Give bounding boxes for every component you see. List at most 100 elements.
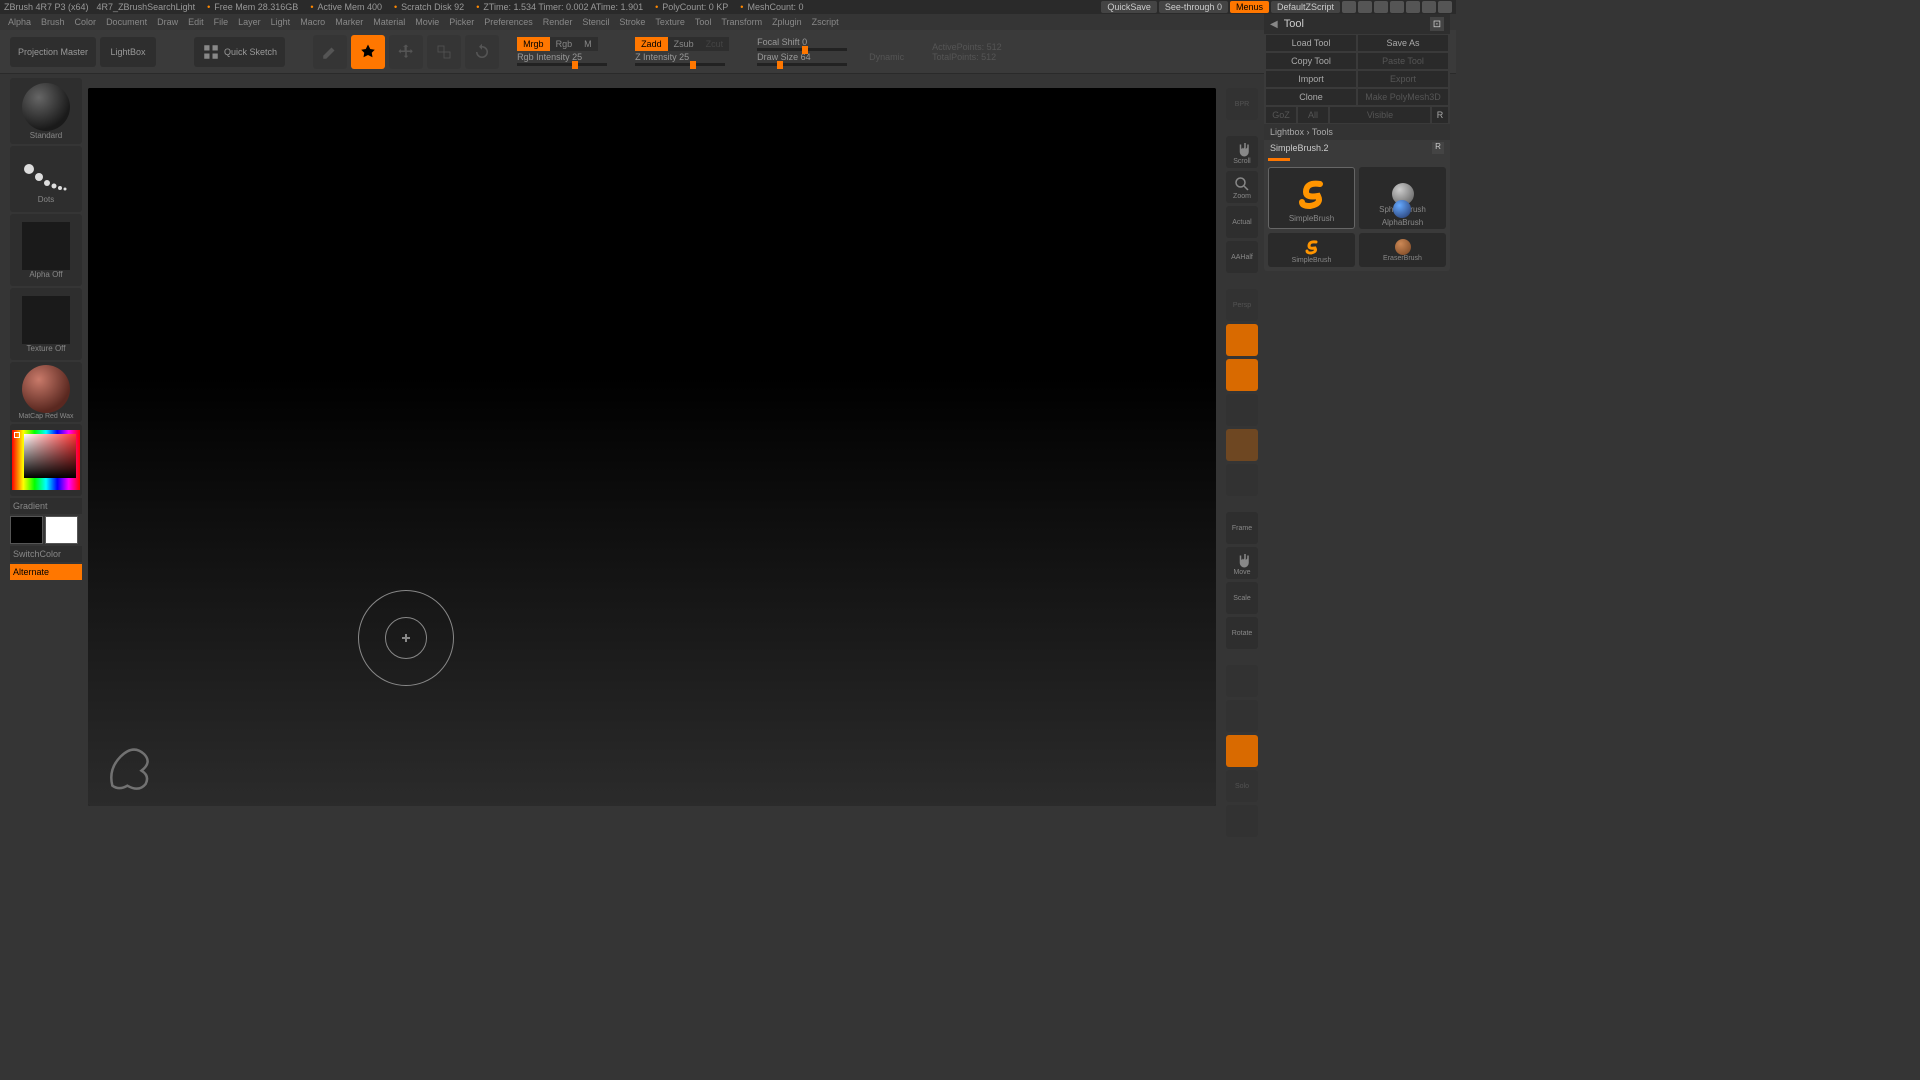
move-button[interactable] bbox=[389, 35, 423, 69]
quicksave-button[interactable]: QuickSave bbox=[1101, 1, 1157, 13]
persp-button[interactable]: Persp bbox=[1226, 289, 1258, 321]
local-button[interactable] bbox=[1226, 359, 1258, 391]
polyf2-button[interactable] bbox=[1226, 464, 1258, 496]
save-as-button[interactable]: Save As bbox=[1358, 35, 1448, 51]
window-icon-2[interactable] bbox=[1358, 1, 1372, 13]
m-mode[interactable]: M bbox=[578, 37, 598, 51]
edit-button[interactable] bbox=[313, 35, 347, 69]
zcut-mode[interactable]: Zcut bbox=[700, 37, 730, 51]
solo-dynamic-button[interactable] bbox=[1226, 735, 1258, 767]
panel-close-icon[interactable]: ⊡ bbox=[1430, 17, 1444, 31]
tool-thumb-simplebrush[interactable]: SimpleBrush bbox=[1268, 167, 1355, 229]
menu-zplugin[interactable]: Zplugin bbox=[772, 17, 802, 27]
quick-sketch-button[interactable]: Quick Sketch bbox=[194, 37, 285, 67]
import-button[interactable]: Import bbox=[1266, 71, 1356, 87]
menu-color[interactable]: Color bbox=[75, 17, 97, 27]
switchcolor-button[interactable]: SwitchColor bbox=[10, 546, 82, 562]
texture-selector[interactable]: Texture Off bbox=[10, 288, 82, 360]
draw-size-slider[interactable] bbox=[757, 63, 847, 66]
copy-tool-button[interactable]: Copy Tool bbox=[1266, 53, 1356, 69]
menu-movie[interactable]: Movie bbox=[415, 17, 439, 27]
menu-preferences[interactable]: Preferences bbox=[484, 17, 533, 27]
nav-move-button[interactable]: Move bbox=[1226, 547, 1258, 579]
scale-button[interactable] bbox=[427, 35, 461, 69]
zadd-mode[interactable]: Zadd bbox=[635, 37, 668, 51]
z-intensity-slider[interactable] bbox=[635, 63, 725, 66]
close-icon[interactable] bbox=[1438, 1, 1452, 13]
projection-master-button[interactable]: Projection Master bbox=[10, 37, 96, 67]
dynamic-label[interactable]: Dynamic bbox=[869, 52, 904, 62]
menu-light[interactable]: Light bbox=[271, 17, 291, 27]
mrgb-mode[interactable]: Mrgb bbox=[517, 37, 550, 51]
menu-texture[interactable]: Texture bbox=[655, 17, 685, 27]
canvas[interactable] bbox=[88, 88, 1216, 806]
scroll-button[interactable]: Scroll bbox=[1226, 136, 1258, 168]
gradient-toggle[interactable]: Gradient bbox=[10, 498, 82, 514]
menu-material[interactable]: Material bbox=[373, 17, 405, 27]
menu-tool[interactable]: Tool bbox=[695, 17, 712, 27]
make-polymesh-button[interactable]: Make PolyMesh3D bbox=[1358, 89, 1448, 105]
solo-button[interactable]: Solo bbox=[1226, 770, 1258, 802]
menu-marker[interactable]: Marker bbox=[335, 17, 363, 27]
menu-stencil[interactable]: Stencil bbox=[582, 17, 609, 27]
seethrough-slider[interactable]: See-through 0 bbox=[1159, 1, 1228, 13]
window-icon-1[interactable] bbox=[1342, 1, 1356, 13]
extra-button[interactable] bbox=[1226, 805, 1258, 837]
bpr-button[interactable]: BPR bbox=[1226, 88, 1258, 120]
nav-rotate-button[interactable]: Rotate bbox=[1226, 617, 1258, 649]
menu-layer[interactable]: Layer bbox=[238, 17, 261, 27]
goz-button[interactable]: GoZ bbox=[1266, 107, 1296, 123]
draw-button[interactable] bbox=[351, 35, 385, 69]
menu-stroke[interactable]: Stroke bbox=[619, 17, 645, 27]
load-tool-button[interactable]: Load Tool bbox=[1266, 35, 1356, 51]
tool-thumb-eraserbrush[interactable]: EraserBrush bbox=[1359, 233, 1446, 267]
tool-panel-header[interactable]: ◀ Tool ⊡ bbox=[1264, 14, 1450, 34]
clone-button[interactable]: Clone bbox=[1266, 89, 1356, 105]
brush-selector[interactable]: Standard bbox=[10, 78, 82, 144]
export-button[interactable]: Export bbox=[1358, 71, 1448, 87]
tool-slider[interactable] bbox=[1268, 158, 1290, 161]
default-script[interactable]: DefaultZScript bbox=[1271, 1, 1340, 13]
tool-thumb-spherebrush[interactable]: SphereBrush AlphaBrush bbox=[1359, 167, 1446, 229]
alternate-button[interactable]: Alternate bbox=[10, 564, 82, 580]
floor-button[interactable] bbox=[1226, 324, 1258, 356]
lightbox-button[interactable]: LightBox bbox=[100, 37, 156, 67]
paste-tool-button[interactable]: Paste Tool bbox=[1358, 53, 1448, 69]
zsub-mode[interactable]: Zsub bbox=[668, 37, 700, 51]
color-picker[interactable] bbox=[10, 424, 82, 496]
rgb-intensity-slider[interactable] bbox=[517, 63, 607, 66]
polyf-button[interactable] bbox=[1226, 429, 1258, 461]
nav-scale-button[interactable]: Scale bbox=[1226, 582, 1258, 614]
menu-render[interactable]: Render bbox=[543, 17, 573, 27]
material-selector[interactable]: MatCap Red Wax bbox=[10, 362, 82, 422]
minimize-icon[interactable] bbox=[1406, 1, 1420, 13]
goz-r-button[interactable]: R bbox=[1432, 107, 1448, 123]
tool-thumb-simplebrush-sm[interactable]: SimpleBrush bbox=[1268, 233, 1355, 267]
lasso-button[interactable] bbox=[1226, 394, 1258, 426]
menu-macro[interactable]: Macro bbox=[300, 17, 325, 27]
rgb-mode[interactable]: Rgb bbox=[550, 37, 579, 51]
menu-brush[interactable]: Brush bbox=[41, 17, 65, 27]
rotate-button[interactable] bbox=[465, 35, 499, 69]
menu-picker[interactable]: Picker bbox=[449, 17, 474, 27]
menu-document[interactable]: Document bbox=[106, 17, 147, 27]
xpose-button[interactable] bbox=[1226, 665, 1258, 697]
goz-visible-button[interactable]: Visible bbox=[1330, 107, 1430, 123]
menu-draw[interactable]: Draw bbox=[157, 17, 178, 27]
secondary-color-swatch[interactable] bbox=[10, 516, 43, 544]
menus-toggle[interactable]: Menus bbox=[1230, 1, 1269, 13]
maximize-icon[interactable] bbox=[1422, 1, 1436, 13]
zoom-button[interactable]: Zoom bbox=[1226, 171, 1258, 203]
stroke-selector[interactable]: Dots bbox=[10, 146, 82, 212]
tool-r-button[interactable]: R bbox=[1432, 142, 1444, 154]
focal-shift-slider[interactable] bbox=[757, 48, 847, 51]
menu-alpha[interactable]: Alpha bbox=[8, 17, 31, 27]
aahalf-button[interactable]: AAHalf bbox=[1226, 241, 1258, 273]
menu-edit[interactable]: Edit bbox=[188, 17, 204, 27]
frame-button[interactable]: Frame bbox=[1226, 512, 1258, 544]
menu-transform[interactable]: Transform bbox=[721, 17, 762, 27]
goz-all-button[interactable]: All bbox=[1298, 107, 1328, 123]
menu-zscript[interactable]: Zscript bbox=[812, 17, 839, 27]
window-icon-4[interactable] bbox=[1390, 1, 1404, 13]
window-icon-3[interactable] bbox=[1374, 1, 1388, 13]
